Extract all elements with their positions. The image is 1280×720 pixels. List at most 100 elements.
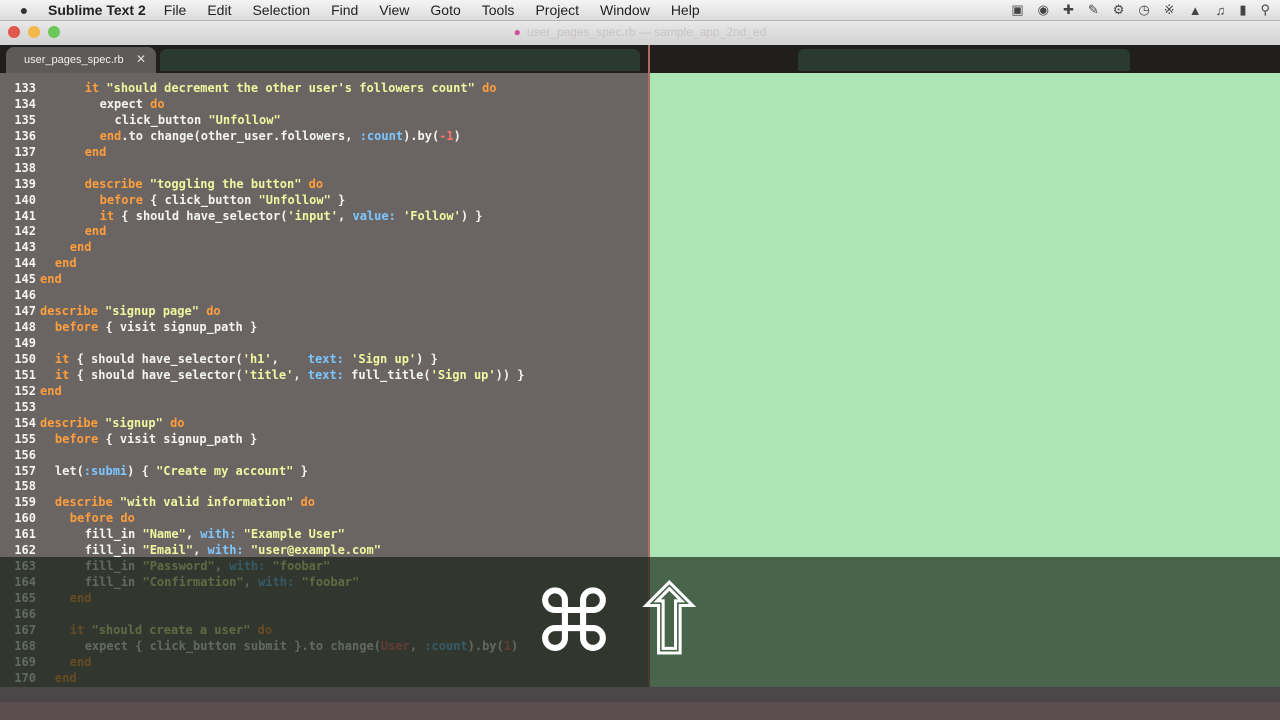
code-line[interactable]: 140 before { click_button "Unfollow" } — [0, 193, 648, 209]
code-token: before — [99, 192, 143, 207]
code-line[interactable]: 157 let(:submi) { "Create my account" } — [0, 464, 648, 480]
menu-help[interactable]: Help — [671, 2, 700, 18]
line-code: describe "signup" do — [40, 416, 185, 432]
code-line[interactable]: 155 before { visit signup_path } — [0, 432, 648, 448]
dropbox-icon[interactable]: ▣ — [1011, 2, 1023, 18]
line-number: 159 — [14, 495, 36, 510]
code-line[interactable]: 153 — [0, 400, 648, 416]
close-tab-icon[interactable]: ✕ — [136, 52, 146, 66]
battery-icon[interactable]: ▮ — [1239, 2, 1246, 18]
code-line[interactable]: 141 it { should have_selector('input', va… — [0, 209, 648, 225]
code-line[interactable]: 159 describe "with valid information" do — [0, 495, 648, 511]
code-token: with: — [200, 527, 237, 542]
line-number: 156 — [14, 447, 36, 462]
horizontal-scrollbar[interactable] — [0, 687, 1280, 702]
menu-project[interactable]: Project — [535, 2, 579, 18]
menu-window[interactable]: Window — [600, 2, 650, 18]
menu-tools[interactable]: Tools — [482, 2, 515, 18]
line-code: end — [85, 224, 107, 240]
code-token: fill_in — [84, 543, 143, 558]
line-code: before { visit signup_path } — [55, 432, 257, 448]
code-line[interactable]: 160 before do — [0, 511, 648, 527]
code-token: do — [308, 176, 324, 191]
menu-file[interactable]: File — [164, 2, 187, 18]
code-line[interactable]: 152 end — [0, 384, 648, 400]
code-line[interactable]: 158 — [0, 479, 648, 495]
code-token: text: — [307, 351, 344, 366]
code-line[interactable]: 143 end — [0, 240, 648, 256]
menu-view[interactable]: View — [379, 2, 409, 18]
bluetooth-icon[interactable]: ※ — [1164, 2, 1175, 18]
code-token: click_button — [114, 112, 209, 127]
line-code: describe "signup page" do — [40, 304, 221, 320]
code-token: )) } — [495, 367, 525, 382]
line-number: 144 — [14, 256, 36, 271]
menu-goto[interactable]: Goto — [430, 2, 460, 18]
volume-icon[interactable]: ♫ — [1216, 3, 1226, 18]
code-token: with: — [207, 543, 244, 558]
code-token: it — [54, 351, 70, 366]
search-icon[interactable]: ⚲ — [1260, 2, 1270, 18]
code-line[interactable]: 138 — [0, 161, 648, 177]
code-line[interactable]: 151 it { should have_selector('title', te… — [0, 368, 648, 384]
line-number: 149 — [14, 336, 36, 350]
code-token: "user@example.com" — [250, 543, 381, 558]
wifi-icon[interactable]: ▲ — [1189, 3, 1202, 18]
menu-find[interactable]: Find — [331, 2, 358, 18]
code-line[interactable]: 133 it "should decrement the other user's… — [0, 81, 648, 97]
gear-icon[interactable]: ⚙ — [1113, 2, 1125, 18]
code-line[interactable]: 161 fill_in "Name", with: "Example User" — [0, 527, 648, 543]
code-token: it — [54, 367, 70, 382]
line-code: before { click_button "Unfollow" } — [100, 193, 346, 209]
code-line[interactable]: 156 — [0, 448, 648, 464]
code-token: 'title' — [242, 367, 294, 382]
code-token: do — [206, 304, 221, 319]
line-number: 148 — [14, 320, 36, 335]
menu-selection[interactable]: Selection — [252, 2, 310, 18]
code-line[interactable]: 139 describe "toggling the button" do — [0, 177, 648, 193]
window-title: ● user_pages_spec.rb — sample_app_2nd_ed — [0, 25, 1280, 39]
code-line[interactable]: 135 click_button "Unfollow" — [0, 113, 648, 129]
plus-icon[interactable]: ✚ — [1063, 2, 1074, 18]
line-code: click_button "Unfollow" — [115, 113, 281, 129]
code-line[interactable]: 144 end — [0, 256, 648, 272]
line-code: let(:submi) { "Create my account" } — [55, 464, 308, 480]
code-line[interactable]: 142 end — [0, 224, 648, 240]
apple-icon[interactable]: ● — [0, 2, 48, 18]
code-line[interactable]: 145 end — [0, 272, 648, 288]
code-line[interactable]: 148 before { visit signup_path } — [0, 320, 648, 336]
line-number: 133 — [14, 81, 36, 95]
code-token: ) { — [127, 463, 157, 478]
code-line[interactable]: 136 end.to change(other_user.followers, :… — [0, 129, 648, 145]
code-token: value: — [352, 208, 396, 223]
code-token: do — [150, 96, 165, 111]
time-machine-icon[interactable]: ◷ — [1138, 2, 1149, 18]
line-number: 137 — [14, 144, 36, 159]
code-token: do — [120, 511, 135, 526]
tab-user-pages-spec[interactable]: user_pages_spec.rb ✕ — [6, 47, 156, 73]
code-line[interactable]: 146 — [0, 288, 648, 304]
code-token: { should have_selector( — [69, 367, 243, 382]
code-token: do — [482, 81, 497, 95]
pen-icon[interactable]: ✎ — [1088, 2, 1099, 18]
code-line[interactable]: 150 it { should have_selector('h1', text:… — [0, 352, 648, 368]
menu-edit[interactable]: Edit — [207, 2, 231, 18]
line-code: before do — [70, 511, 135, 527]
line-number: 151 — [14, 367, 36, 382]
line-code: it { should have_selector('h1', text: 'S… — [55, 352, 438, 368]
sync-icon[interactable]: ◉ — [1038, 2, 1049, 18]
code-token: let( — [54, 463, 84, 478]
code-line[interactable]: 154 describe "signup" do — [0, 416, 648, 432]
code-line[interactable]: 147 describe "signup page" do — [0, 304, 648, 320]
code-line[interactable]: 149 — [0, 336, 648, 352]
window-title-bar: ● user_pages_spec.rb — sample_app_2nd_ed — [0, 21, 1280, 46]
code-token: expect — [99, 96, 151, 111]
code-token: ).by( — [403, 128, 440, 143]
app-menu[interactable]: Sublime Text 2 — [48, 2, 146, 18]
code-line[interactable]: 134 expect do — [0, 97, 648, 113]
code-line[interactable]: 137 end — [0, 145, 648, 161]
code-token: 'Follow' — [403, 208, 461, 223]
line-code: describe "with valid information" do — [55, 495, 315, 511]
